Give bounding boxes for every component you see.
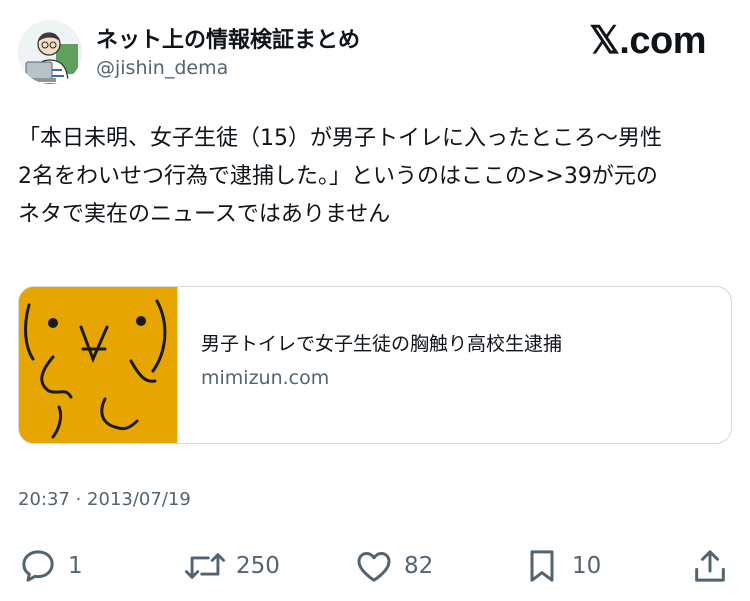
share-button[interactable] [690,544,730,588]
card-thumbnail [19,287,178,443]
retweet-icon [184,553,226,579]
share-icon [695,550,725,582]
card-title[interactable]: 男子トイレで女子生徒の胸触り高校生逮捕 [201,329,562,356]
link-card[interactable]: 男子トイレで女子生徒の胸触り高校生逮捕 mimizun.com [18,286,732,444]
bookmark-button[interactable]: 10 [522,544,601,588]
reply-count: 1 [68,553,83,579]
like-button[interactable]: 82 [354,544,433,588]
display-name[interactable]: ネット上の情報検証まとめ [96,22,360,54]
tweet-text-line: 「本日未明、女子生徒（15）が男子トイレに入ったところ〜男性 [18,126,662,151]
action-bar: 1 250 82 10 [0,544,750,588]
x-logo: 𝕏.com [589,20,706,62]
avatar-person-icon [18,20,82,84]
user-handle[interactable]: @jishin_dema [96,57,228,79]
tweet-text: 「本日未明、女子生徒（15）が男子トイレに入ったところ〜男性 2名をわいせつ行為… [18,120,734,234]
tweet-text-line: ネタで実在のニュースではありません [18,202,391,227]
card-domain[interactable]: mimizun.com [201,367,329,389]
card-thumbnail-image [19,287,177,443]
tweet-text-line: 2名をわいせつ行為で逮捕した。」というのはここの>>39が元の [18,164,658,189]
like-count: 82 [404,553,434,579]
bookmark-count: 10 [572,553,602,579]
avatar[interactable] [18,20,82,84]
retweet-count: 250 [236,553,280,579]
reply-icon [22,550,54,582]
heart-icon [357,552,391,582]
reply-button[interactable]: 1 [18,544,83,588]
timestamp[interactable]: 20:37 · 2013/07/19 [18,489,191,510]
bookmark-icon [530,550,554,582]
retweet-button[interactable]: 250 [184,544,280,588]
